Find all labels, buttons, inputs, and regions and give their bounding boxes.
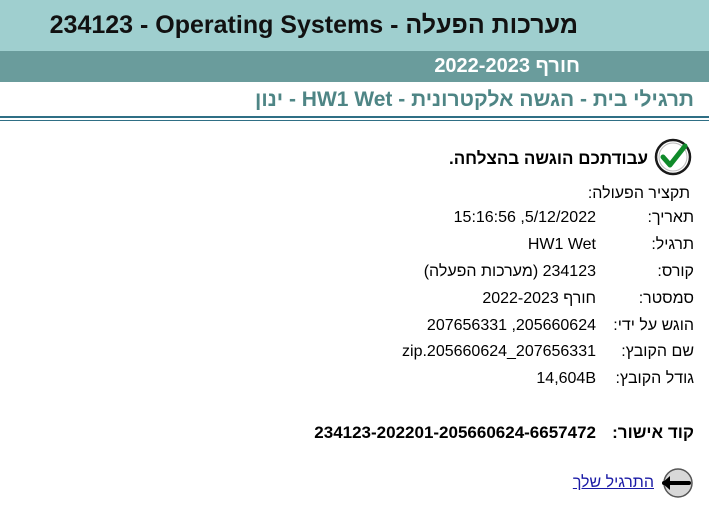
summary-heading: תקציר הפעולה: <box>587 185 690 202</box>
semester-value: חורף 2022-2023 <box>482 290 596 307</box>
date-value: 15:16:56 ,5/12/2022 <box>453 209 596 226</box>
submission-confirmation-page: 234123 - Operating Systems - מערכות הפעל… <box>0 0 709 505</box>
arrow-left-circle-icon <box>662 468 693 498</box>
course-label: קורס: <box>657 263 694 280</box>
exercise-value: HW1 Wet <box>527 236 596 253</box>
submitted-by-value: 205660624, 207656331 <box>426 317 596 334</box>
course-title: 234123 - Operating Systems - מערכות הפעל… <box>49 11 578 39</box>
course-value: 234123 (מערכות הפעלה) <box>423 263 596 280</box>
approval-code-value: 234123-202201-205660624-6657472 <box>314 423 596 442</box>
file-name-value: zip.205660624_207656331 <box>402 343 596 360</box>
course-title-bar: 234123 - Operating Systems - מערכות הפעל… <box>0 0 709 51</box>
divider <box>0 120 709 121</box>
semester-title: חורף 2022-2023 <box>434 55 580 77</box>
file-name-label: שם הקובץ: <box>621 343 694 360</box>
approval-code-label: קוד אישור: <box>612 423 694 442</box>
submitted-by-label: הוגש על ידי: <box>613 317 694 334</box>
date-label: תאריך: <box>647 209 694 226</box>
next-exercise-label[interactable]: התרגיל שלך <box>573 474 654 492</box>
semester-bar: חורף 2022-2023 <box>0 51 709 82</box>
next-exercise-link[interactable]: התרגיל שלך <box>573 466 694 500</box>
divider <box>0 116 709 118</box>
check-circle-icon <box>654 138 692 176</box>
exercise-label: תרגיל: <box>651 236 694 253</box>
file-size-value: 14,604B <box>536 370 596 387</box>
success-message: עבודתכם הוגשה בהצלחה. <box>448 149 648 168</box>
semester-label: סמסטר: <box>638 290 694 307</box>
assignment-title: תרגילי בית - הגשה אלקטרונית - HW1 Wet - … <box>255 88 694 111</box>
file-size-label: גודל הקובץ: <box>615 370 694 387</box>
